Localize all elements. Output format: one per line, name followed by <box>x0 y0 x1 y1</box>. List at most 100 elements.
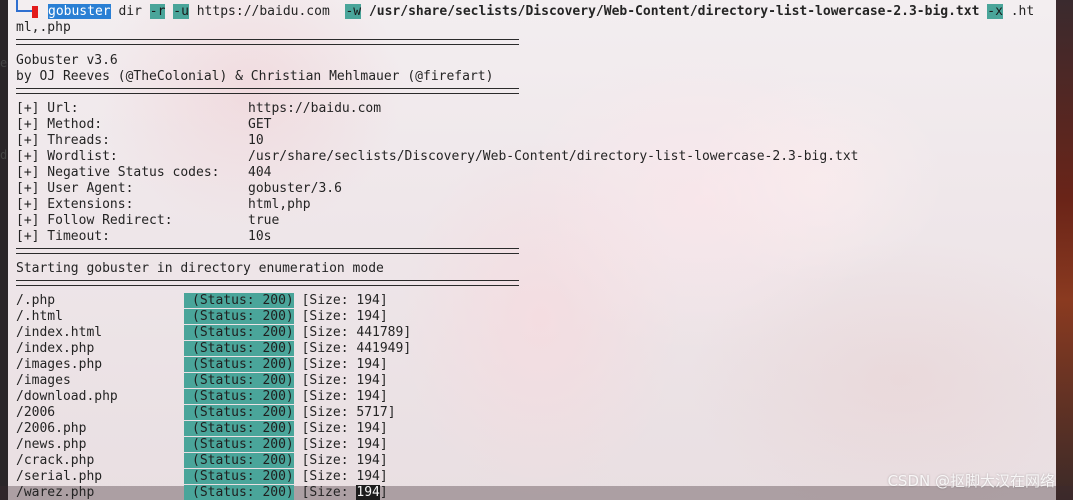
result-row: /news.php (Status: 200) [Size: 194] <box>16 437 388 453</box>
config-label: [+] Wordlist: <box>16 149 118 164</box>
config-row: [+] Extensions: html,php <box>16 197 311 213</box>
result-path: /news.php <box>16 437 87 452</box>
config-label: [+] Negative Status codes: <box>16 165 220 180</box>
prompt-corner-icon <box>16 0 32 12</box>
result-size-close: ] <box>379 357 388 372</box>
result-row: /.html (Status: 200) [Size: 194] <box>16 309 388 325</box>
result-size: 194 <box>356 389 380 404</box>
result-size-open: [Size: <box>301 469 357 484</box>
result-size: 194 <box>356 453 380 468</box>
config-value: 10 <box>248 133 264 148</box>
result-path: /index.php <box>16 341 95 356</box>
config-row: [+] Negative Status codes: 404 <box>16 165 271 181</box>
result-status: (Status: 200) <box>184 357 294 372</box>
command-flag-u: -u <box>173 4 189 19</box>
config-label: [+] Extensions: <box>16 197 134 212</box>
result-row: /images.php (Status: 200) [Size: 194] <box>16 357 388 373</box>
config-value: 10s <box>248 229 272 244</box>
result-size-close: ] <box>379 309 388 324</box>
result-size: 194 <box>356 485 380 500</box>
result-size-close: ] <box>379 453 388 468</box>
config-label: [+] Follow Redirect: <box>16 213 173 228</box>
terminal-window[interactable]: gobuster dir -r -u https://baidu.com -w … <box>0 0 1060 500</box>
config-value: gobuster/3.6 <box>248 181 342 196</box>
config-label: [+] Method: <box>16 117 103 132</box>
result-row: /2006.php (Status: 200) [Size: 194] <box>16 421 388 437</box>
config-value: GET <box>248 117 272 132</box>
result-size-close: ] <box>379 485 388 500</box>
config-value: https://baidu.com <box>248 101 382 116</box>
config-row: [+] Threads: 10 <box>16 133 264 149</box>
separator-rule <box>16 280 519 286</box>
result-status: (Status: 200) <box>184 485 294 500</box>
result-status: (Status: 200) <box>184 341 294 356</box>
result-status: (Status: 200) <box>184 469 294 484</box>
result-path: /images <box>16 373 71 388</box>
separator-rule <box>16 88 519 94</box>
result-size-close: ] <box>379 469 388 484</box>
result-size-open: [Size: <box>301 437 357 452</box>
result-row: /crack.php (Status: 200) [Size: 194] <box>16 453 388 469</box>
result-path: /serial.php <box>16 469 103 484</box>
result-path: /index.html <box>16 325 103 340</box>
config-row: [+] User Agent: gobuster/3.6 <box>16 181 342 197</box>
result-row: /download.php (Status: 200) [Size: 194] <box>16 389 388 405</box>
config-label: [+] Timeout: <box>16 229 110 244</box>
result-row: /2006 (Status: 200) [Size: 5717] <box>16 405 396 421</box>
result-status: (Status: 200) <box>184 437 294 452</box>
config-row: [+] Method: GET <box>16 117 271 133</box>
result-size-close: ] <box>387 405 396 420</box>
result-size-open: [Size: <box>301 373 357 388</box>
start-message: Starting gobuster in directory enumerati… <box>16 261 384 276</box>
result-path: /crack.php <box>16 453 95 468</box>
config-value: html,php <box>248 197 311 212</box>
command-line-wrap: ml,.php <box>16 20 71 35</box>
command-flag-r: -r <box>149 4 166 19</box>
result-path: /images.php <box>16 357 103 372</box>
result-size-open: [Size: <box>301 293 357 308</box>
result-size: 194 <box>356 357 380 372</box>
result-size-open: [Size: <box>301 421 357 436</box>
result-status: (Status: 200) <box>184 325 294 340</box>
command-line[interactable]: gobuster dir -r -u https://baidu.com -w … <box>48 4 1034 20</box>
result-size-close: ] <box>379 421 388 436</box>
result-row: /warez.php (Status: 200) [Size: 194] <box>16 485 388 500</box>
command-mode: dir <box>118 4 142 19</box>
result-size-close: ] <box>379 389 388 404</box>
result-path: /.html <box>16 309 63 324</box>
config-label: [+] Threads: <box>16 133 110 148</box>
result-size-open: [Size: <box>301 309 357 324</box>
result-status: (Status: 200) <box>184 389 294 404</box>
result-row: /.php (Status: 200) [Size: 194] <box>16 293 388 309</box>
result-row: /index.html (Status: 200) [Size: 441789] <box>16 325 411 341</box>
result-size: 194 <box>356 437 380 452</box>
result-size: 194 <box>356 421 380 436</box>
result-path: /2006.php <box>16 421 87 436</box>
banner-authors: by OJ Reeves (@TheColonial) & Christian … <box>16 69 494 84</box>
result-size-open: [Size: <box>301 357 357 372</box>
result-status: (Status: 200) <box>184 373 294 388</box>
result-size-close: ] <box>379 293 388 308</box>
result-size-open: [Size: <box>301 389 357 404</box>
command-extensions-part1: .ht <box>1010 4 1035 19</box>
result-size-open: [Size: <box>301 405 357 420</box>
result-size: 194 <box>356 293 380 308</box>
command-flag-x: -x <box>987 4 1003 19</box>
command-wordlist: /usr/share/seclists/Discovery/Web-Conten… <box>368 4 980 19</box>
config-row: [+] Wordlist: /usr/share/seclists/Discove… <box>16 149 858 165</box>
command-flag-w: -w <box>345 4 362 19</box>
result-size-open: [Size: <box>301 485 357 500</box>
result-size-close: ] <box>379 437 388 452</box>
config-row: [+] Timeout: 10s <box>16 229 271 245</box>
result-size-open: [Size: <box>301 453 357 468</box>
result-status: (Status: 200) <box>184 293 294 308</box>
result-row: /images (Status: 200) [Size: 194] <box>16 373 388 389</box>
result-row: /serial.php (Status: 200) [Size: 194] <box>16 469 388 485</box>
command-url: https://baidu.com <box>196 4 330 19</box>
result-size: 441789 <box>356 325 404 340</box>
result-size: 194 <box>356 373 380 388</box>
result-size-close: ] <box>379 373 388 388</box>
result-size-open: [Size: <box>301 341 357 356</box>
result-path: /.php <box>16 293 56 308</box>
result-size: 5717 <box>356 405 388 420</box>
